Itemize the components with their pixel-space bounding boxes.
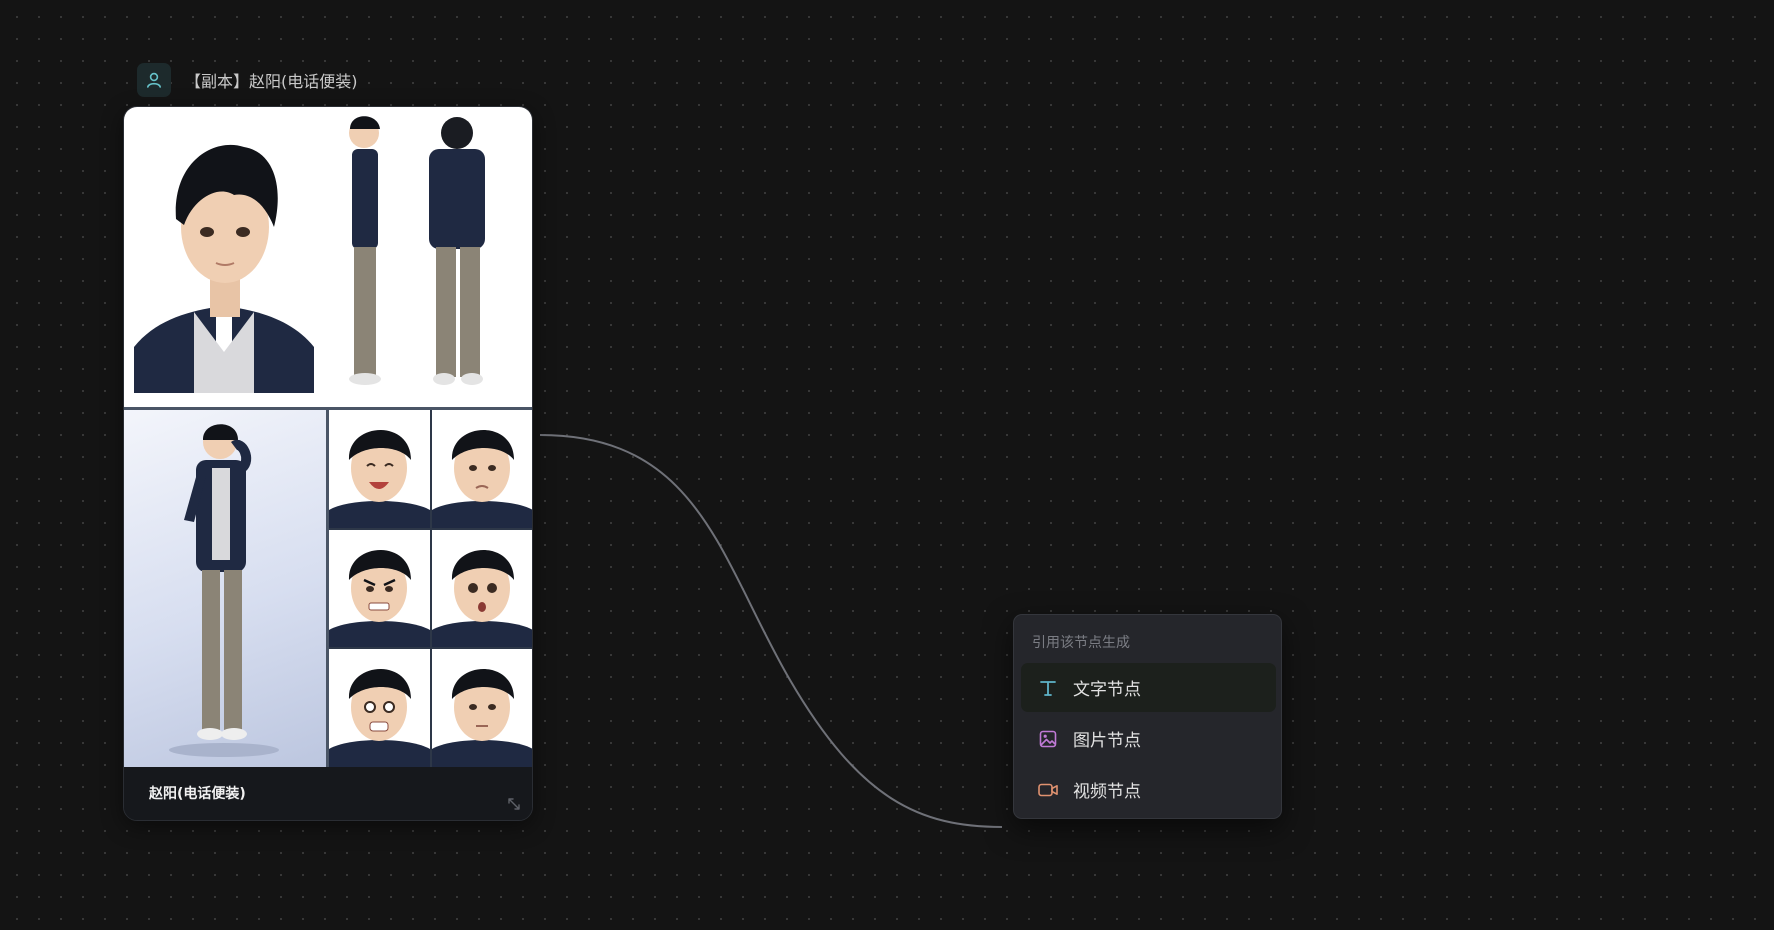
expression-neutral — [431, 649, 532, 767]
full-body-pose — [124, 410, 326, 767]
node-header[interactable]: 【副本】赵阳(电话便装) — [137, 63, 358, 97]
node-footer: 赵阳(电话便装) — [124, 767, 532, 820]
turnaround-views — [134, 116, 485, 393]
menu-item-text-node[interactable]: 文字节点 — [1021, 663, 1276, 712]
video-icon — [1037, 779, 1059, 801]
menu-item-label: 视频节点 — [1073, 782, 1141, 802]
expression-angry — [329, 529, 430, 648]
text-icon — [1037, 677, 1059, 699]
user-icon — [137, 63, 171, 97]
menu-item-video-node[interactable]: 视频节点 — [1021, 765, 1276, 814]
side-view — [349, 116, 381, 385]
menu-item-label: 文字节点 — [1073, 680, 1141, 700]
node-caption: 赵阳(电话便装) — [149, 786, 246, 802]
expression-shocked — [329, 649, 430, 767]
character-reference-sheet-image — [124, 107, 532, 767]
image-icon — [1037, 728, 1059, 750]
resize-icon[interactable] — [506, 796, 522, 812]
node-title: 【副本】赵阳(电话便装) — [185, 72, 358, 91]
back-view — [429, 117, 485, 385]
menu-heading: 引用该节点生成 — [1032, 635, 1130, 651]
expression-sheet — [329, 410, 532, 767]
expression-surprised — [431, 529, 532, 648]
character-node-card[interactable]: 赵阳(电话便装) — [123, 106, 533, 821]
expression-sad — [431, 410, 532, 528]
expression-laughing — [329, 410, 430, 528]
menu-item-image-node[interactable]: 图片节点 — [1021, 714, 1276, 763]
portrait-view — [134, 144, 314, 393]
menu-item-label: 图片节点 — [1073, 731, 1141, 751]
generate-from-node-menu: 引用该节点生成 文字节点 图片节点 视频节点 — [1013, 614, 1282, 819]
